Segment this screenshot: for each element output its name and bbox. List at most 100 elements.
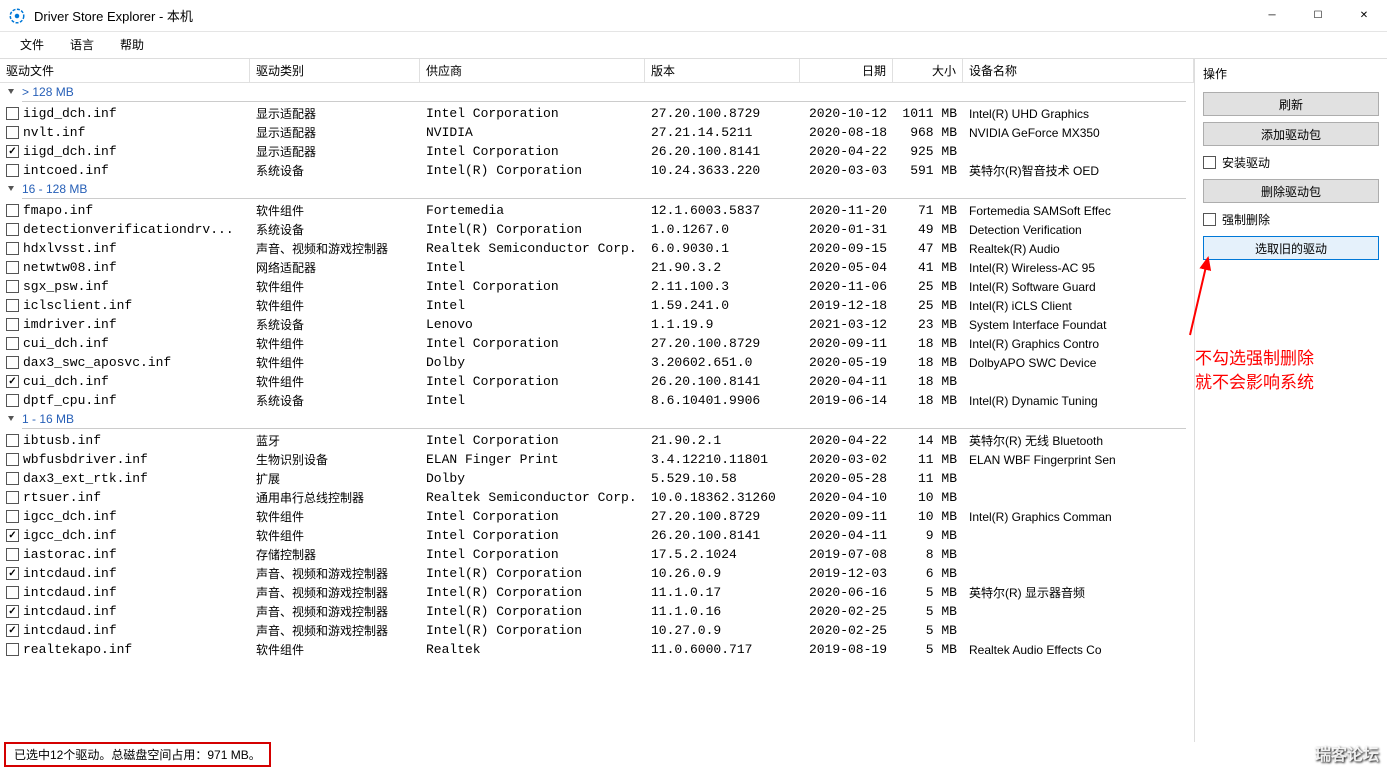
- vendor: Intel Corporation: [420, 526, 645, 545]
- driver-row[interactable]: realtekapo.inf软件组件Realtek11.0.6000.71720…: [0, 640, 1194, 659]
- driver-row[interactable]: dax3_swc_aposvc.inf软件组件Dolby3.20602.651.…: [0, 353, 1194, 372]
- row-checkbox[interactable]: [6, 280, 19, 293]
- vendor: Fortemedia: [420, 201, 645, 220]
- row-checkbox[interactable]: [6, 643, 19, 656]
- driver-row[interactable]: iigd_dch.inf显示适配器Intel Corporation26.20.…: [0, 142, 1194, 161]
- row-checkbox[interactable]: [6, 337, 19, 350]
- driver-row[interactable]: iastorac.inf存储控制器Intel Corporation17.5.2…: [0, 545, 1194, 564]
- vendor: Intel Corporation: [420, 545, 645, 564]
- file-name: detectionverificationdrv...: [23, 222, 234, 237]
- driver-row[interactable]: cui_dch.inf软件组件Intel Corporation26.20.10…: [0, 372, 1194, 391]
- size: 18 MB: [893, 353, 963, 372]
- header-device[interactable]: 设备名称: [963, 59, 1194, 82]
- driver-row[interactable]: fmapo.inf软件组件Fortemedia12.1.6003.5837202…: [0, 201, 1194, 220]
- row-checkbox[interactable]: [6, 491, 19, 504]
- install-driver-checkbox[interactable]: 安装驱动: [1203, 152, 1379, 173]
- row-checkbox[interactable]: [6, 107, 19, 120]
- row-checkbox[interactable]: [6, 164, 19, 177]
- file-name: dptf_cpu.inf: [23, 393, 117, 408]
- group-header[interactable]: > 128 MB: [0, 83, 1194, 104]
- driver-row[interactable]: cui_dch.inf软件组件Intel Corporation27.20.10…: [0, 334, 1194, 353]
- size: 10 MB: [893, 488, 963, 507]
- driver-row[interactable]: intcdaud.inf声音、视频和游戏控制器Intel(R) Corporat…: [0, 602, 1194, 621]
- device-name: Intel(R) Graphics Comman: [963, 507, 1194, 526]
- refresh-button[interactable]: 刷新: [1203, 92, 1379, 116]
- row-checkbox[interactable]: [6, 356, 19, 369]
- header-file[interactable]: 驱动文件: [0, 59, 250, 82]
- driver-row[interactable]: netwtw08.inf网络适配器Intel21.90.3.22020-05-0…: [0, 258, 1194, 277]
- version: 27.20.100.8729: [645, 104, 800, 123]
- maximize-button[interactable]: ☐: [1295, 0, 1341, 32]
- row-checkbox[interactable]: [6, 375, 19, 388]
- size: 18 MB: [893, 391, 963, 410]
- driver-row[interactable]: detectionverificationdrv...系统设备Intel(R) …: [0, 220, 1194, 239]
- driver-type: 网络适配器: [250, 258, 420, 277]
- row-checkbox[interactable]: [6, 434, 19, 447]
- driver-row[interactable]: iclsclient.inf软件组件Intel1.59.241.02019-12…: [0, 296, 1194, 315]
- header-vendor[interactable]: 供应商: [420, 59, 645, 82]
- row-checkbox[interactable]: [6, 261, 19, 274]
- date: 2019-12-03: [800, 564, 893, 583]
- row-checkbox[interactable]: [6, 605, 19, 618]
- file-name: intcdaud.inf: [23, 604, 117, 619]
- row-checkbox[interactable]: [6, 586, 19, 599]
- row-checkbox[interactable]: [6, 529, 19, 542]
- minimize-button[interactable]: ─: [1249, 0, 1295, 32]
- row-checkbox[interactable]: [6, 126, 19, 139]
- group-header[interactable]: 1 - 16 MB: [0, 410, 1194, 431]
- driver-row[interactable]: ibtusb.inf蓝牙Intel Corporation21.90.2.120…: [0, 431, 1194, 450]
- driver-row[interactable]: nvlt.inf显示适配器NVIDIA27.21.14.52112020-08-…: [0, 123, 1194, 142]
- vendor: Dolby: [420, 469, 645, 488]
- close-button[interactable]: ✕: [1341, 0, 1387, 32]
- menu-language[interactable]: 语言: [58, 32, 106, 57]
- driver-row[interactable]: intcdaud.inf声音、视频和游戏控制器Intel(R) Corporat…: [0, 621, 1194, 640]
- driver-row[interactable]: intcdaud.inf声音、视频和游戏控制器Intel(R) Corporat…: [0, 583, 1194, 602]
- row-checkbox[interactable]: [6, 472, 19, 485]
- driver-row[interactable]: dax3_ext_rtk.inf扩展Dolby5.529.10.582020-0…: [0, 469, 1194, 488]
- add-package-button[interactable]: 添加驱动包: [1203, 122, 1379, 146]
- driver-type: 软件组件: [250, 201, 420, 220]
- driver-row[interactable]: rtsuer.inf通用串行总线控制器Realtek Semiconductor…: [0, 488, 1194, 507]
- row-checkbox[interactable]: [6, 548, 19, 561]
- version: 21.90.2.1: [645, 431, 800, 450]
- header-date[interactable]: 日期: [800, 59, 893, 82]
- size: 49 MB: [893, 220, 963, 239]
- header-version[interactable]: 版本: [645, 59, 800, 82]
- row-checkbox[interactable]: [6, 318, 19, 331]
- driver-row[interactable]: igcc_dch.inf软件组件Intel Corporation27.20.1…: [0, 507, 1194, 526]
- device-name: Intel(R) Dynamic Tuning: [963, 391, 1194, 410]
- driver-row[interactable]: wbfusbdriver.inf生物识别设备ELAN Finger Print3…: [0, 450, 1194, 469]
- force-delete-checkbox[interactable]: 强制删除: [1203, 209, 1379, 230]
- driver-row[interactable]: hdxlvsst.inf声音、视频和游戏控制器Realtek Semicondu…: [0, 239, 1194, 258]
- header-type[interactable]: 驱动类别: [250, 59, 420, 82]
- row-checkbox[interactable]: [6, 145, 19, 158]
- delete-package-button[interactable]: 删除驱动包: [1203, 179, 1379, 203]
- row-checkbox[interactable]: [6, 223, 19, 236]
- group-header[interactable]: 16 - 128 MB: [0, 180, 1194, 201]
- driver-row[interactable]: iigd_dch.inf显示适配器Intel Corporation27.20.…: [0, 104, 1194, 123]
- row-checkbox[interactable]: [6, 394, 19, 407]
- size: 5 MB: [893, 640, 963, 659]
- row-checkbox[interactable]: [6, 242, 19, 255]
- driver-row[interactable]: intcoed.inf系统设备Intel(R) Corporation10.24…: [0, 161, 1194, 180]
- row-checkbox[interactable]: [6, 510, 19, 523]
- menu-help[interactable]: 帮助: [108, 32, 156, 57]
- driver-type: 软件组件: [250, 507, 420, 526]
- row-checkbox[interactable]: [6, 299, 19, 312]
- driver-row[interactable]: igcc_dch.inf软件组件Intel Corporation26.20.1…: [0, 526, 1194, 545]
- driver-row[interactable]: intcdaud.inf声音、视频和游戏控制器Intel(R) Corporat…: [0, 564, 1194, 583]
- row-checkbox[interactable]: [6, 624, 19, 637]
- header-size[interactable]: 大小: [893, 59, 963, 82]
- row-checkbox[interactable]: [6, 453, 19, 466]
- row-checkbox[interactable]: [6, 567, 19, 580]
- version: 26.20.100.8141: [645, 526, 800, 545]
- driver-row[interactable]: dptf_cpu.inf系统设备Intel8.6.10401.99062019-…: [0, 391, 1194, 410]
- menu-file[interactable]: 文件: [8, 32, 56, 57]
- size: 25 MB: [893, 296, 963, 315]
- row-checkbox[interactable]: [6, 204, 19, 217]
- driver-list-panel: 驱动文件 驱动类别 供应商 版本 日期 大小 设备名称 > 128 MBiigd…: [0, 58, 1194, 742]
- driver-row[interactable]: sgx_psw.inf软件组件Intel Corporation2.11.100…: [0, 277, 1194, 296]
- driver-list[interactable]: > 128 MBiigd_dch.inf显示适配器Intel Corporati…: [0, 83, 1194, 742]
- select-old-button[interactable]: 选取旧的驱动: [1203, 236, 1379, 260]
- driver-row[interactable]: imdriver.inf系统设备Lenovo1.1.19.92021-03-12…: [0, 315, 1194, 334]
